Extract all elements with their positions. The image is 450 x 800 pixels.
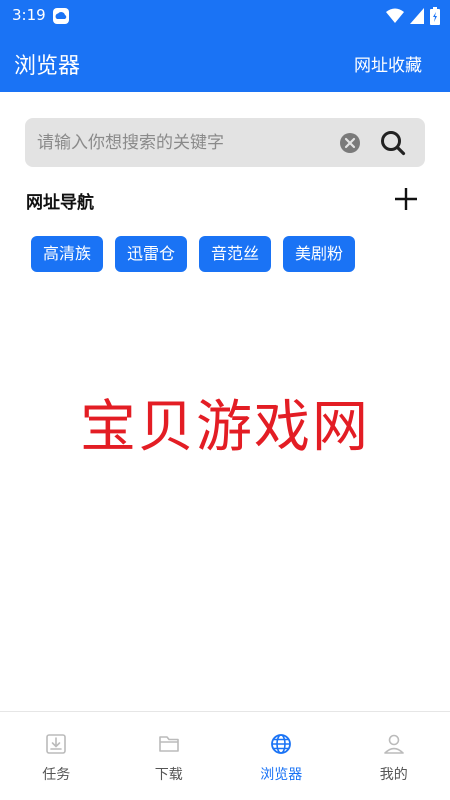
- system-icons: [386, 7, 440, 25]
- nav-item-browser[interactable]: 浏览器: [225, 712, 338, 800]
- status-bar: 3:19: [0, 0, 450, 32]
- status-time: 3:19: [12, 6, 46, 24]
- download-tray-icon: [46, 734, 67, 754]
- wifi-icon: [386, 8, 404, 23]
- site-chip[interactable]: 美剧粉: [283, 236, 356, 272]
- add-icon[interactable]: [393, 186, 419, 212]
- app-bar: 浏览器 网址收藏: [0, 32, 450, 92]
- person-icon: [383, 734, 404, 754]
- bottom-nav: 任务 下载 浏览器 我的: [0, 711, 450, 800]
- site-chip[interactable]: 音范丝: [199, 236, 272, 272]
- nav-item-mine[interactable]: 我的: [338, 712, 450, 800]
- folder-icon: [158, 736, 179, 752]
- section-title: 网址导航: [26, 193, 94, 213]
- site-nav-list: 高清族 迅雷仓 音范丝 美剧粉: [31, 236, 356, 272]
- nav-item-tasks[interactable]: 任务: [0, 712, 113, 800]
- signal-icon: [410, 8, 424, 24]
- search-icon[interactable]: [380, 130, 406, 156]
- search-input[interactable]: [37, 118, 337, 167]
- nav-item-downloads[interactable]: 下载: [113, 712, 226, 800]
- cloud-notification-icon: [53, 8, 69, 24]
- battery-icon: [430, 7, 440, 25]
- clear-icon[interactable]: [339, 132, 361, 154]
- nav-label: 下载: [154, 767, 183, 783]
- site-chip[interactable]: 迅雷仓: [115, 236, 188, 272]
- globe-icon: [271, 734, 292, 754]
- site-chip[interactable]: 高清族: [31, 236, 104, 272]
- nav-label: 浏览器: [260, 767, 303, 783]
- search-bar: [25, 118, 425, 167]
- nav-label: 我的: [379, 767, 408, 783]
- page-title: 浏览器: [14, 54, 81, 79]
- nav-label: 任务: [42, 767, 71, 783]
- bookmarks-button[interactable]: 网址收藏: [354, 51, 422, 76]
- watermark: 宝贝游戏网: [80, 395, 370, 460]
